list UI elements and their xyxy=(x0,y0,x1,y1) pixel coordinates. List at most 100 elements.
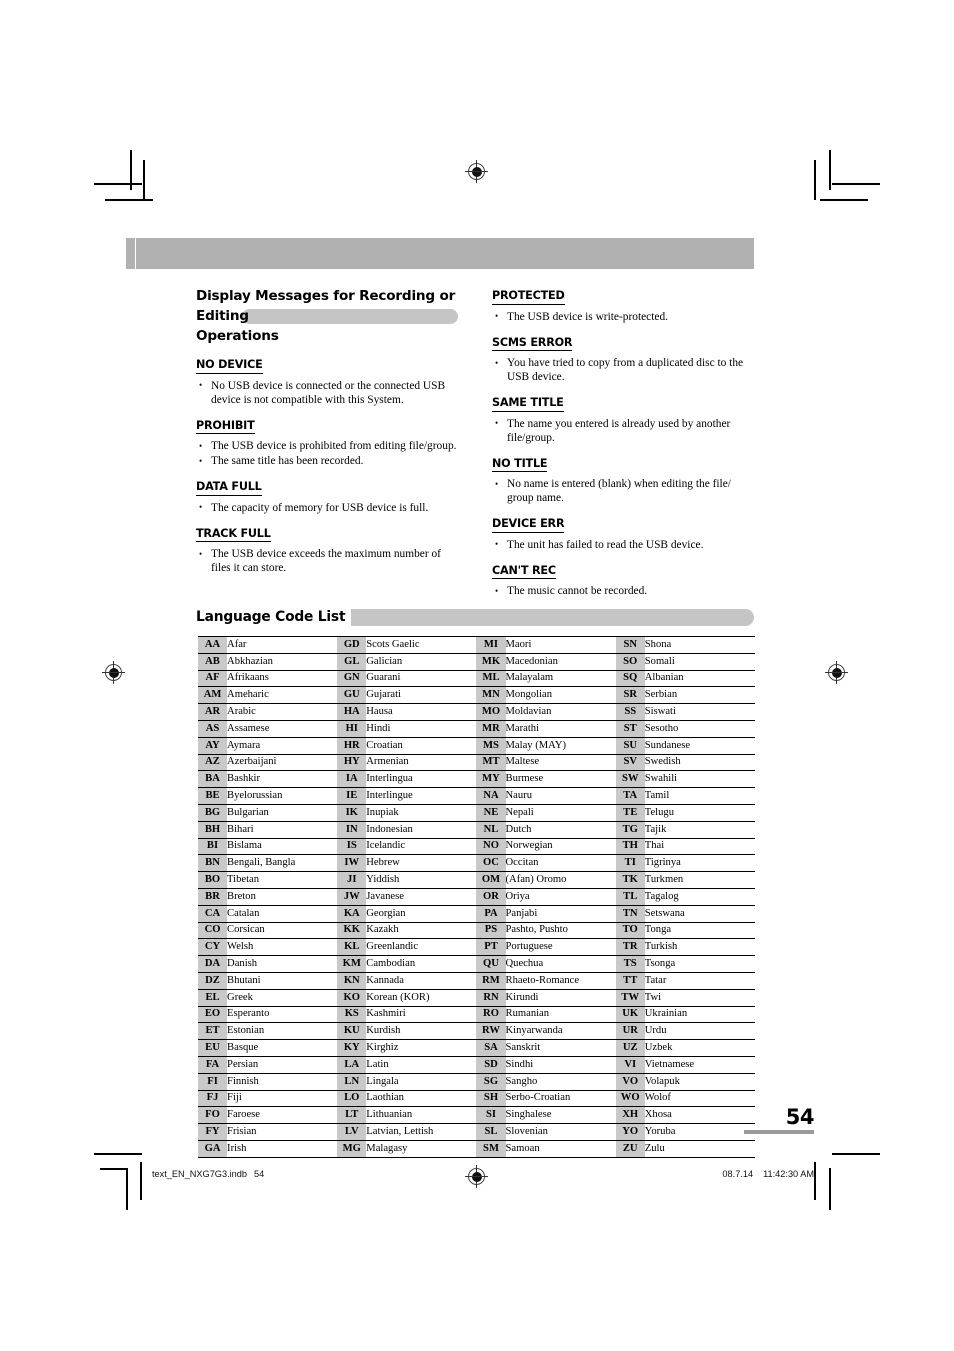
language-name: Urdu xyxy=(644,1022,755,1040)
footer-file-name: text_EN_NXG7G3.indb xyxy=(152,1169,247,1179)
message-bullet: You have tried to copy from a duplicated… xyxy=(492,356,754,384)
language-code: SR xyxy=(615,686,645,704)
language-code: VO xyxy=(615,1072,645,1091)
language-name: Maltese xyxy=(505,753,616,771)
language-name: Kannada xyxy=(366,971,477,990)
language-code: KO xyxy=(337,988,367,1007)
language-name: Tonga xyxy=(644,921,755,939)
section-title: Display Messages for Recording or Editin… xyxy=(196,286,458,346)
registration-mark-right xyxy=(825,661,848,684)
language-name: Sanskrit xyxy=(505,1039,616,1057)
table-row: CO Corsican KK Kazakh PS Pashto, Pushto TO Tong… xyxy=(198,921,755,939)
language-name: Abkhazian xyxy=(227,652,338,671)
language-code: TW xyxy=(615,988,645,1007)
language-name: Twi xyxy=(644,988,755,1007)
language-code: MT xyxy=(476,753,506,771)
language-name: Norwegian xyxy=(505,837,616,855)
language-name: Serbo-Croatian xyxy=(505,1089,616,1107)
table-row: AS Assamese HI Hindi MR Marathi ST Sesotho xyxy=(198,719,755,738)
table-row: BG Bulgarian IK Inupiak NE Nepali TE Telugu xyxy=(198,803,755,822)
language-name: Xhosa xyxy=(644,1106,755,1124)
page-header-band-tab xyxy=(126,238,136,269)
language-code: TO xyxy=(615,921,645,939)
message-heading: SAME TITLE xyxy=(492,396,564,412)
message-bullet: No name is entered (blank) when editing … xyxy=(492,477,754,505)
message-bullets: The USB device exceeds the maximum numbe… xyxy=(196,547,458,575)
language-code: MY xyxy=(476,770,506,788)
language-name: Azerbaijani xyxy=(227,753,338,771)
language-code: MI xyxy=(476,636,506,654)
table-row: AZ Azerbaijani HY Armenian MT Maltese SV Swedis… xyxy=(198,753,755,771)
language-name: Lithuanian xyxy=(366,1106,477,1124)
language-code: MO xyxy=(476,703,506,721)
language-name: Interlingua xyxy=(366,770,477,788)
language-code: MK xyxy=(476,652,506,671)
language-name: Irish xyxy=(227,1139,338,1158)
language-name: Kirundi xyxy=(505,988,616,1007)
footer-file-page: 54 xyxy=(254,1169,265,1179)
language-name: Vietnamese xyxy=(644,1055,755,1074)
language-name: Burmese xyxy=(505,770,616,788)
language-code: AY xyxy=(198,736,228,755)
message-heading: PROTECTED xyxy=(492,289,565,305)
language-code: TS xyxy=(615,955,645,973)
language-code: SD xyxy=(476,1055,506,1074)
crop-mark-top-right-vertical xyxy=(829,150,831,190)
language-code: IN xyxy=(337,820,367,839)
language-name: Bhutani xyxy=(227,971,338,990)
language-name: Interlingue xyxy=(366,787,477,805)
language-code: ML xyxy=(476,669,506,687)
language-name: Kashmiri xyxy=(366,1005,477,1023)
language-name: Ukrainian xyxy=(644,1005,755,1023)
language-name: Afrikaans xyxy=(227,669,338,687)
table-row: CY Welsh KL Greenlandic PT Portuguese TR Turkis… xyxy=(198,938,755,956)
language-name: Ameharic xyxy=(227,686,338,704)
table-row: AM Ameharic GU Gujarati MN Mongolian SR Serbian xyxy=(198,686,755,704)
crop-mark-top-right-vertical-inner xyxy=(814,160,816,200)
language-name: Quechua xyxy=(505,955,616,973)
language-name: Tajik xyxy=(644,820,755,839)
language-code: TA xyxy=(615,787,645,805)
crop-mark-bottom-right-horizontal xyxy=(832,1153,880,1155)
language-name: Singhalese xyxy=(505,1106,616,1124)
language-code: JW xyxy=(337,887,367,906)
language-code: EL xyxy=(198,988,228,1007)
language-name: Georgian xyxy=(366,904,477,923)
registration-mark-top xyxy=(465,160,488,183)
language-name: Basque xyxy=(227,1039,338,1057)
language-name: Croatian xyxy=(366,736,477,755)
language-name: Bihari xyxy=(227,820,338,839)
language-code: IW xyxy=(337,854,367,872)
language-code: AS xyxy=(198,719,228,738)
language-code: LT xyxy=(337,1106,367,1124)
language-code: IS xyxy=(337,837,367,855)
language-code: SI xyxy=(476,1106,506,1124)
language-code: TH xyxy=(615,837,645,855)
message-bullet: The USB device is write-protected. xyxy=(492,309,754,324)
language-code: HY xyxy=(337,753,367,771)
language-code: IA xyxy=(337,770,367,788)
language-name: Guarani xyxy=(366,669,477,687)
crop-mark-top-left-vertical-inner xyxy=(143,160,145,200)
table-row: DA Danish KM Cambodian QU Quechua TS Tsonga xyxy=(198,955,755,973)
display-messages-section: Display Messages for Recording or Editin… xyxy=(196,286,758,598)
language-code: TT xyxy=(615,971,645,990)
language-code: CY xyxy=(198,938,228,956)
language-name: Esperanto xyxy=(227,1005,338,1023)
language-name: Somali xyxy=(644,652,755,671)
language-code: OR xyxy=(476,887,506,906)
language-name: Panjabi xyxy=(505,904,616,923)
language-code: PT xyxy=(476,938,506,956)
message-entry-no-title: NO TITLE No name is entered (blank) when… xyxy=(492,454,754,506)
message-bullet: The same title has been recorded. xyxy=(196,454,458,468)
language-code: TG xyxy=(615,820,645,839)
language-name: Tsonga xyxy=(644,955,755,973)
language-name: Slovenian xyxy=(505,1123,616,1141)
language-name: Mongolian xyxy=(505,686,616,704)
language-name: Galician xyxy=(366,652,477,671)
language-name: Bashkir xyxy=(227,770,338,788)
section-title-line2: Operations xyxy=(196,328,279,344)
language-name: Lingala xyxy=(366,1072,477,1091)
language-name: Corsican xyxy=(227,921,338,939)
table-row: FY Frisian LV Latvian, Lettish SL Slovenian YO… xyxy=(198,1123,755,1141)
